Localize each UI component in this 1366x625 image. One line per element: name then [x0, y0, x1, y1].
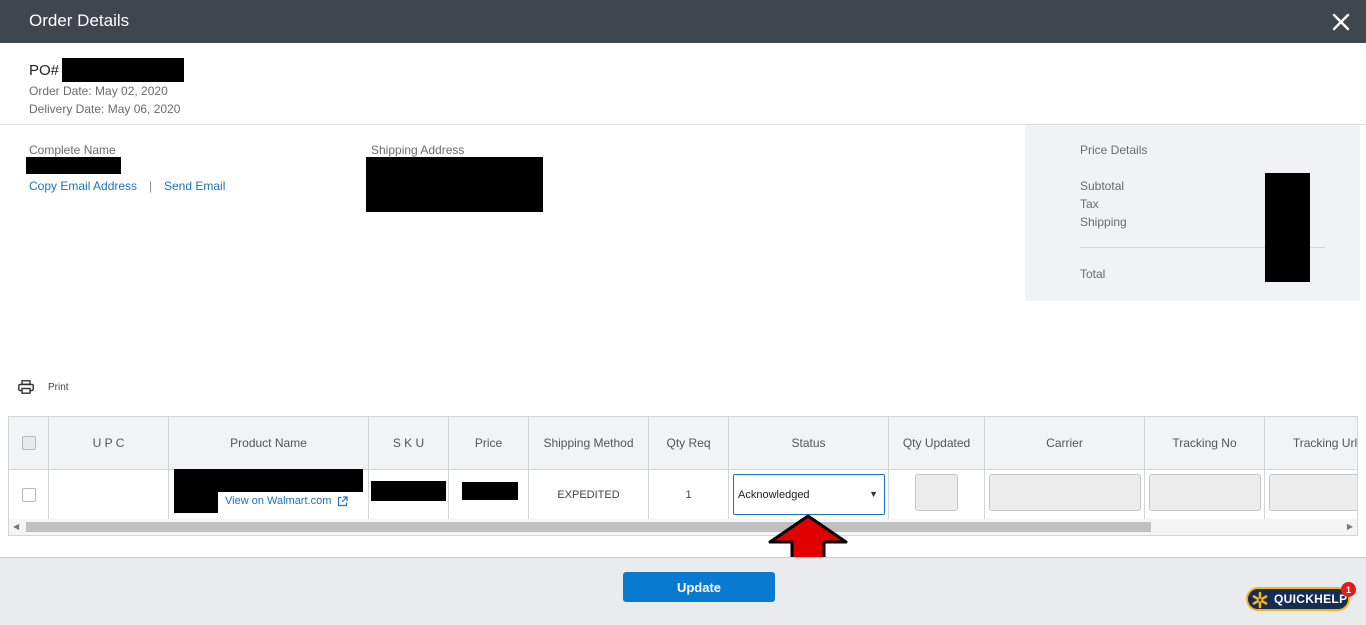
price-details-panel: Price Details Subtotal Tax Shipping Tota… — [1025, 125, 1360, 301]
header-carrier[interactable]: Carrier — [985, 417, 1145, 469]
header-price[interactable]: Price — [449, 417, 529, 469]
qty-updated-input[interactable] — [915, 474, 958, 511]
header-shipping-method[interactable]: Shipping Method — [529, 417, 649, 469]
header-sku[interactable]: S K U — [369, 417, 449, 469]
quickhelp-label: QUICKHELP — [1274, 592, 1348, 606]
horizontal-scrollbar[interactable]: ◀ ▶ — [9, 519, 1357, 535]
shipping-method-cell: EXPEDITED — [529, 470, 649, 519]
scroll-right-icon[interactable]: ▶ — [1347, 522, 1353, 531]
printer-icon — [18, 380, 34, 394]
quickhelp-button[interactable]: QUICKHELP 1 — [1246, 582, 1356, 611]
external-link-icon — [338, 495, 348, 506]
carrier-input[interactable] — [989, 474, 1141, 511]
customer-name-redacted — [26, 157, 121, 174]
print-label: Print — [48, 381, 69, 393]
status-select[interactable]: Acknowledged ▼ — [733, 474, 885, 515]
select-all-checkbox[interactable] — [21, 436, 36, 450]
sku-redacted — [371, 481, 446, 501]
po-number-label: PO# — [29, 62, 60, 79]
scroll-left-icon[interactable]: ◀ — [13, 522, 19, 531]
tracking-url-input[interactable] — [1269, 474, 1357, 511]
price-details-heading: Price Details — [1080, 143, 1148, 157]
header-upc[interactable]: U P C — [49, 417, 169, 469]
walmart-spark-icon — [1252, 591, 1268, 609]
print-button[interactable]: Print — [18, 380, 69, 394]
header-qty-updated[interactable]: Qty Updated — [889, 417, 985, 469]
send-email-link[interactable]: Send Email — [164, 179, 225, 193]
copy-email-link[interactable]: Copy Email Address — [29, 179, 137, 193]
total-label: Total — [1080, 267, 1106, 281]
table-row: View on Walmart.com EXPEDITED 1 Acknowle… — [9, 469, 1357, 519]
po-number-redacted — [62, 58, 184, 82]
qty-req-cell: 1 — [649, 470, 729, 519]
header-qty-req[interactable]: Qty Req — [649, 417, 729, 469]
price-cell — [449, 470, 529, 519]
shipping-address-label: Shipping Address — [371, 143, 465, 157]
notification-badge: 1 — [1341, 582, 1356, 597]
order-date: Order Date: May 02, 2020 — [29, 84, 168, 98]
shipping-address-redacted — [366, 157, 543, 212]
sku-cell — [369, 470, 449, 519]
table-header-row: U P C Product Name S K U Price Shipping … — [9, 417, 1357, 470]
product-name-redacted-line2 — [174, 490, 218, 513]
header-tracking-url[interactable]: Tracking Url — [1265, 417, 1357, 469]
close-icon[interactable] — [1329, 10, 1353, 34]
shipping-label: Shipping — [1080, 215, 1127, 229]
link-separator: | — [149, 179, 153, 193]
tax-label: Tax — [1080, 197, 1099, 211]
dialog-title: Order Details — [29, 11, 130, 30]
upc-cell — [49, 470, 169, 519]
product-name-redacted — [174, 469, 363, 492]
scrollbar-thumb[interactable] — [26, 522, 1151, 532]
header-select-all-cell — [9, 417, 49, 469]
product-name-cell: View on Walmart.com — [169, 469, 369, 519]
complete-name-label: Complete Name — [29, 143, 116, 157]
dialog-titlebar: Order Details — [0, 0, 1366, 43]
row-select-cell — [9, 470, 49, 519]
update-button[interactable]: Update — [623, 572, 775, 602]
header-product-name[interactable]: Product Name — [169, 417, 369, 469]
header-tracking-no[interactable]: Tracking No — [1145, 417, 1265, 469]
dialog-footer: Update — [0, 557, 1366, 625]
view-on-walmart-link[interactable]: View on Walmart.com — [225, 495, 348, 507]
row-checkbox[interactable] — [21, 487, 36, 502]
subtotal-label: Subtotal — [1080, 179, 1125, 193]
price-redacted — [462, 482, 518, 500]
price-values-redacted — [1265, 173, 1310, 282]
chevron-down-icon: ▼ — [869, 489, 878, 499]
tracking-no-input[interactable] — [1149, 474, 1261, 511]
status-select-value: Acknowledged — [738, 488, 810, 501]
order-items-table: U P C Product Name S K U Price Shipping … — [8, 416, 1358, 536]
view-on-walmart-label: View on Walmart.com — [225, 495, 332, 507]
delivery-date: Delivery Date: May 06, 2020 — [29, 102, 181, 116]
header-status[interactable]: Status — [729, 417, 889, 469]
